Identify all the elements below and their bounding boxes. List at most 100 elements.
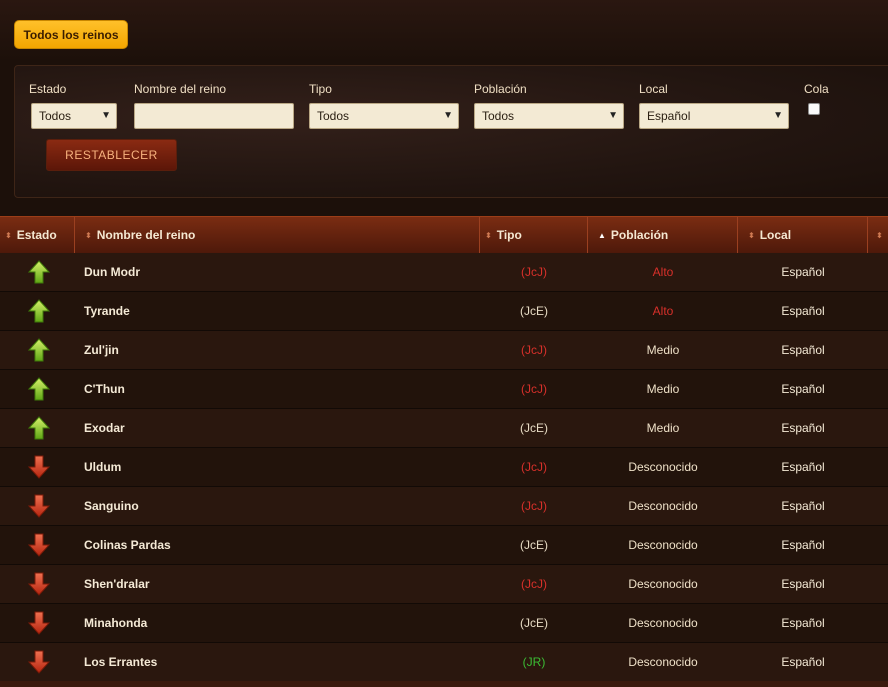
header-local-label: Local <box>759 228 792 242</box>
realm-population: Desconocido <box>628 460 698 474</box>
reset-button[interactable]: RESTABLECER <box>46 139 177 171</box>
sort-ascending-icon: ▲ <box>598 230 606 240</box>
arrow-up-icon <box>26 409 52 447</box>
arrow-down-icon <box>26 643 52 681</box>
realm-locale: Español <box>781 304 825 318</box>
header-poblacion[interactable]: ▲ Población <box>588 217 738 253</box>
sort-icon: ⬍ <box>5 230 12 240</box>
realm-locale: Español <box>781 382 825 396</box>
realm-locale: Español <box>781 577 825 591</box>
table-row[interactable]: Colinas Pardas (JcE) Desconocido Español <box>0 526 888 565</box>
realm-population: Desconocido <box>628 616 698 630</box>
filter-estado-select[interactable]: Todos ▼ <box>31 103 117 129</box>
realm-name: Los Errantes <box>84 655 158 669</box>
filter-label-estado: Estado <box>29 82 67 96</box>
header-tipo[interactable]: ⬍ Tipo <box>480 217 588 253</box>
table-row[interactable]: Tyrande (JcE) Alto Español <box>0 292 888 331</box>
filter-poblacion-select[interactable]: Todos ▼ <box>474 103 624 129</box>
realm-locale: Español <box>781 421 825 435</box>
realm-name: Dun Modr <box>84 265 140 279</box>
realm-population: Medio <box>646 343 680 357</box>
filter-cola-checkbox[interactable] <box>808 103 820 115</box>
realm-population: Medio <box>646 421 680 435</box>
realm-type: (JcE) <box>520 421 548 435</box>
realm-locale: Español <box>781 265 825 279</box>
realm-locale: Español <box>781 499 825 513</box>
arrow-down-icon <box>26 487 52 525</box>
realm-population: Desconocido <box>628 499 698 513</box>
realm-type: (JcE) <box>520 538 548 552</box>
header-tipo-label: Tipo <box>496 228 522 242</box>
realm-type: (JcJ) <box>521 499 547 513</box>
realm-locale: Español <box>781 538 825 552</box>
realm-name: Shen'dralar <box>84 577 150 591</box>
filter-local-value: Español <box>647 109 691 123</box>
arrow-down-icon <box>26 526 52 564</box>
chevron-down-icon: ▼ <box>773 110 783 121</box>
realm-name: Colinas Pardas <box>84 538 171 552</box>
filter-local-select[interactable]: Español ▼ <box>639 103 789 129</box>
sort-icon: ⬍ <box>85 230 92 240</box>
realm-name: Exodar <box>84 421 125 435</box>
filter-tipo-select[interactable]: Todos ▼ <box>309 103 459 129</box>
realm-type: (JcJ) <box>521 265 547 279</box>
realm-population: Desconocido <box>628 655 698 669</box>
filter-label-poblacion: Población <box>474 82 527 96</box>
arrow-up-icon <box>26 253 52 291</box>
header-estado-label: Estado <box>16 228 57 242</box>
table-row[interactable]: Exodar (JcE) Medio Español <box>0 409 888 448</box>
realm-type: (JcE) <box>520 616 548 630</box>
chevron-down-icon: ▼ <box>608 110 618 121</box>
header-poblacion-label: Población <box>610 228 669 242</box>
arrow-up-icon <box>26 331 52 369</box>
table-row[interactable]: Dun Modr (JcJ) Alto Español <box>0 253 888 292</box>
chevron-down-icon: ▼ <box>101 110 111 121</box>
filter-nombre-input[interactable] <box>134 103 294 129</box>
realm-name: Tyrande <box>84 304 130 318</box>
realm-population: Medio <box>646 382 680 396</box>
arrow-down-icon <box>26 604 52 642</box>
realm-locale: Español <box>781 343 825 357</box>
header-local[interactable]: ⬍ Local <box>738 217 868 253</box>
header-cola[interactable]: ⬍ <box>868 217 888 253</box>
arrow-up-icon <box>26 370 52 408</box>
table-row[interactable]: Shen'dralar (JcJ) Desconocido Español <box>0 565 888 604</box>
chevron-down-icon: ▼ <box>443 110 453 121</box>
realm-population: Desconocido <box>628 538 698 552</box>
table-row[interactable]: C'Thun (JcJ) Medio Español <box>0 370 888 409</box>
table-header: ⬍ Estado ⬍ Nombre del reino ⬍ Tipo ▲ Pob… <box>0 216 888 253</box>
realm-population: Desconocido <box>628 577 698 591</box>
realm-type: (JcJ) <box>521 343 547 357</box>
realm-name: Zul'jin <box>84 343 119 357</box>
table-row[interactable]: Zul'jin (JcJ) Medio Español <box>0 331 888 370</box>
filter-label-tipo: Tipo <box>309 82 332 96</box>
header-estado[interactable]: ⬍ Estado <box>0 217 75 253</box>
realm-name: Uldum <box>84 460 122 474</box>
realm-locale: Español <box>781 460 825 474</box>
header-nombre[interactable]: ⬍ Nombre del reino <box>75 217 480 253</box>
table-row[interactable]: Sanguino (JcJ) Desconocido Español <box>0 487 888 526</box>
filter-tipo-value: Todos <box>317 109 350 123</box>
table-row[interactable]: Uldum (JcJ) Desconocido Español <box>0 448 888 487</box>
realm-locale: Español <box>781 616 825 630</box>
realm-locale: Español <box>781 655 825 669</box>
filter-estado-value: Todos <box>39 109 72 123</box>
tab-all-realms[interactable]: Todos los reinos <box>14 20 128 49</box>
realm-population: Alto <box>652 304 674 318</box>
realm-type: (JcE) <box>520 304 548 318</box>
table-row[interactable]: Minahonda (JcE) Desconocido Español <box>0 604 888 643</box>
table-footer-line <box>0 681 888 687</box>
realm-type: (JcJ) <box>521 577 547 591</box>
realm-type: (JcJ) <box>521 382 547 396</box>
arrow-down-icon <box>26 565 52 603</box>
header-nombre-label: Nombre del reino <box>96 228 196 242</box>
table-row[interactable]: Los Errantes (JR) Desconocido Español <box>0 643 888 682</box>
filter-label-cola: Cola <box>804 82 829 96</box>
top-background <box>0 0 888 62</box>
arrow-down-icon <box>26 448 52 486</box>
sort-icon: ⬍ <box>876 230 883 240</box>
realm-type: (JcJ) <box>521 460 547 474</box>
realm-name: Sanguino <box>84 499 139 513</box>
arrow-up-icon <box>26 292 52 330</box>
realm-type: (JR) <box>522 655 546 669</box>
